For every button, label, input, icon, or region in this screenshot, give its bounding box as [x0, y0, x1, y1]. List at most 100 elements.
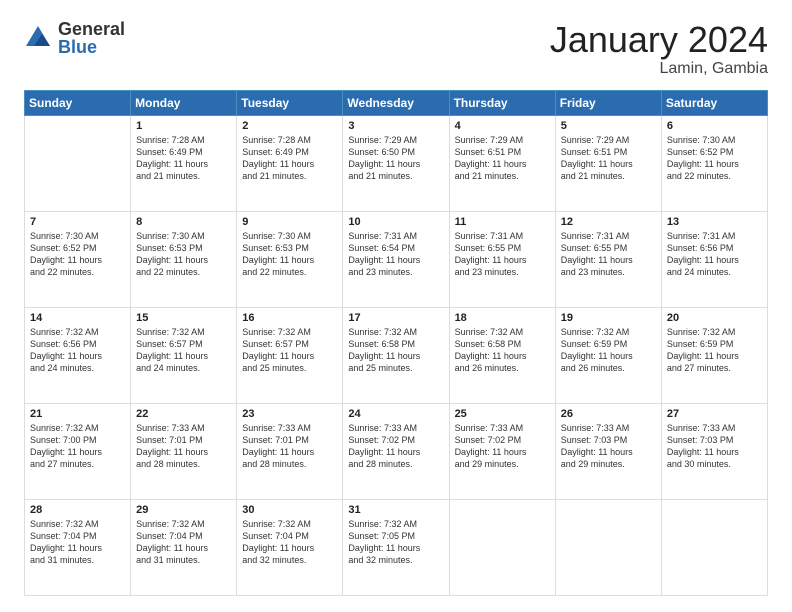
day-info: Sunrise: 7:32 AM Sunset: 6:58 PM Dayligh…: [348, 326, 443, 375]
day-number: 28: [30, 504, 125, 516]
calendar-cell: [555, 499, 661, 595]
day-number: 2: [242, 120, 337, 132]
day-info: Sunrise: 7:31 AM Sunset: 6:56 PM Dayligh…: [667, 230, 762, 279]
calendar-cell: 31 Sunrise: 7:32 AM Sunset: 7:05 PM Dayli…: [343, 499, 449, 595]
calendar-cell: 6 Sunrise: 7:30 AM Sunset: 6:52 PM Daylig…: [661, 115, 767, 211]
calendar-week-row: 1Sunrise: 7:28 AM Sunset: 6:49 PM Daylig…: [25, 115, 768, 211]
day-number: 18: [455, 312, 550, 324]
day-info: Sunrise: 7:33 AM Sunset: 7:02 PM Dayligh…: [348, 422, 443, 471]
page: General Blue January 2024 Lamin, Gambia …: [0, 0, 792, 612]
day-info: Sunrise: 7:32 AM Sunset: 6:57 PM Dayligh…: [242, 326, 337, 375]
header: General Blue January 2024 Lamin, Gambia: [24, 20, 768, 78]
day-number: 27: [667, 408, 762, 420]
day-number: 25: [455, 408, 550, 420]
day-info: Sunrise: 7:32 AM Sunset: 6:59 PM Dayligh…: [667, 326, 762, 375]
calendar-title: January 2024: [550, 20, 768, 60]
logo: General Blue: [24, 20, 125, 56]
calendar-header-thursday: Thursday: [449, 90, 555, 115]
day-info: Sunrise: 7:32 AM Sunset: 6:59 PM Dayligh…: [561, 326, 656, 375]
day-info: Sunrise: 7:33 AM Sunset: 7:01 PM Dayligh…: [242, 422, 337, 471]
calendar-header-wednesday: Wednesday: [343, 90, 449, 115]
calendar-cell: 30 Sunrise: 7:32 AM Sunset: 7:04 PM Dayli…: [237, 499, 343, 595]
day-number: 4: [455, 120, 550, 132]
calendar-cell: 24 Sunrise: 7:33 AM Sunset: 7:02 PM Dayli…: [343, 403, 449, 499]
calendar-cell: 25 Sunrise: 7:33 AM Sunset: 7:02 PM Dayli…: [449, 403, 555, 499]
day-info: Sunrise: 7:33 AM Sunset: 7:02 PM Dayligh…: [455, 422, 550, 471]
calendar-cell: 14 Sunrise: 7:32 AM Sunset: 6:56 PM Dayli…: [25, 307, 131, 403]
calendar-cell: 28 Sunrise: 7:32 AM Sunset: 7:04 PM Dayli…: [25, 499, 131, 595]
calendar-cell: 9Sunrise: 7:30 AM Sunset: 6:53 PM Daylig…: [237, 211, 343, 307]
day-number: 5: [561, 120, 656, 132]
calendar-cell: 3Sunrise: 7:29 AM Sunset: 6:50 PM Daylig…: [343, 115, 449, 211]
calendar-cell: 1Sunrise: 7:28 AM Sunset: 6:49 PM Daylig…: [131, 115, 237, 211]
day-number: 15: [136, 312, 231, 324]
day-info: Sunrise: 7:32 AM Sunset: 7:04 PM Dayligh…: [30, 518, 125, 567]
day-number: 21: [30, 408, 125, 420]
logo-blue: Blue: [58, 38, 125, 56]
day-info: Sunrise: 7:33 AM Sunset: 7:01 PM Dayligh…: [136, 422, 231, 471]
calendar-cell: 19 Sunrise: 7:32 AM Sunset: 6:59 PM Dayli…: [555, 307, 661, 403]
calendar-header-saturday: Saturday: [661, 90, 767, 115]
calendar-cell: [25, 115, 131, 211]
day-number: 7: [30, 216, 125, 228]
day-number: 23: [242, 408, 337, 420]
day-info: Sunrise: 7:30 AM Sunset: 6:52 PM Dayligh…: [667, 134, 762, 183]
logo-general: General: [58, 20, 125, 38]
calendar-cell: 26 Sunrise: 7:33 AM Sunset: 7:03 PM Dayli…: [555, 403, 661, 499]
day-number: 10: [348, 216, 443, 228]
day-info: Sunrise: 7:32 AM Sunset: 6:56 PM Dayligh…: [30, 326, 125, 375]
calendar-header-sunday: Sunday: [25, 90, 131, 115]
day-info: Sunrise: 7:28 AM Sunset: 6:49 PM Dayligh…: [242, 134, 337, 183]
day-info: Sunrise: 7:29 AM Sunset: 6:50 PM Dayligh…: [348, 134, 443, 183]
day-number: 12: [561, 216, 656, 228]
day-info: Sunrise: 7:33 AM Sunset: 7:03 PM Dayligh…: [561, 422, 656, 471]
day-number: 24: [348, 408, 443, 420]
day-number: 8: [136, 216, 231, 228]
day-number: 16: [242, 312, 337, 324]
day-info: Sunrise: 7:32 AM Sunset: 7:05 PM Dayligh…: [348, 518, 443, 567]
calendar-cell: 15 Sunrise: 7:32 AM Sunset: 6:57 PM Dayli…: [131, 307, 237, 403]
day-info: Sunrise: 7:33 AM Sunset: 7:03 PM Dayligh…: [667, 422, 762, 471]
calendar-header-tuesday: Tuesday: [237, 90, 343, 115]
day-number: 31: [348, 504, 443, 516]
day-number: 20: [667, 312, 762, 324]
day-info: Sunrise: 7:30 AM Sunset: 6:52 PM Dayligh…: [30, 230, 125, 279]
day-number: 19: [561, 312, 656, 324]
day-info: Sunrise: 7:32 AM Sunset: 6:57 PM Dayligh…: [136, 326, 231, 375]
calendar-cell: 5Sunrise: 7:29 AM Sunset: 6:51 PM Daylig…: [555, 115, 661, 211]
calendar-cell: 22Sunrise: 7:33 AM Sunset: 7:01 PM Dayli…: [131, 403, 237, 499]
calendar-week-row: 14 Sunrise: 7:32 AM Sunset: 6:56 PM Dayli…: [25, 307, 768, 403]
day-info: Sunrise: 7:31 AM Sunset: 6:55 PM Dayligh…: [455, 230, 550, 279]
title-area: January 2024 Lamin, Gambia: [550, 20, 768, 78]
calendar-cell: 21 Sunrise: 7:32 AM Sunset: 7:00 PM Dayli…: [25, 403, 131, 499]
day-info: Sunrise: 7:28 AM Sunset: 6:49 PM Dayligh…: [136, 134, 231, 183]
calendar-cell: 2 Sunrise: 7:28 AM Sunset: 6:49 PM Daylig…: [237, 115, 343, 211]
calendar-week-row: 21 Sunrise: 7:32 AM Sunset: 7:00 PM Dayli…: [25, 403, 768, 499]
calendar-cell: 7 Sunrise: 7:30 AM Sunset: 6:52 PM Daylig…: [25, 211, 131, 307]
day-info: Sunrise: 7:32 AM Sunset: 6:58 PM Dayligh…: [455, 326, 550, 375]
calendar-cell: 16 Sunrise: 7:32 AM Sunset: 6:57 PM Dayli…: [237, 307, 343, 403]
day-info: Sunrise: 7:30 AM Sunset: 6:53 PM Dayligh…: [242, 230, 337, 279]
calendar-cell: 17Sunrise: 7:32 AM Sunset: 6:58 PM Dayli…: [343, 307, 449, 403]
day-number: 14: [30, 312, 125, 324]
day-info: Sunrise: 7:30 AM Sunset: 6:53 PM Dayligh…: [136, 230, 231, 279]
calendar-cell: 18 Sunrise: 7:32 AM Sunset: 6:58 PM Dayli…: [449, 307, 555, 403]
calendar-cell: 27 Sunrise: 7:33 AM Sunset: 7:03 PM Dayli…: [661, 403, 767, 499]
calendar-header-monday: Monday: [131, 90, 237, 115]
calendar-subtitle: Lamin, Gambia: [550, 60, 768, 78]
calendar-cell: [661, 499, 767, 595]
day-info: Sunrise: 7:32 AM Sunset: 7:00 PM Dayligh…: [30, 422, 125, 471]
calendar-cell: [449, 499, 555, 595]
day-info: Sunrise: 7:29 AM Sunset: 6:51 PM Dayligh…: [455, 134, 550, 183]
day-number: 13: [667, 216, 762, 228]
day-number: 6: [667, 120, 762, 132]
calendar-cell: 11Sunrise: 7:31 AM Sunset: 6:55 PM Dayli…: [449, 211, 555, 307]
calendar-cell: 20 Sunrise: 7:32 AM Sunset: 6:59 PM Dayli…: [661, 307, 767, 403]
day-info: Sunrise: 7:31 AM Sunset: 6:55 PM Dayligh…: [561, 230, 656, 279]
day-number: 26: [561, 408, 656, 420]
day-info: Sunrise: 7:32 AM Sunset: 7:04 PM Dayligh…: [242, 518, 337, 567]
calendar-week-row: 28 Sunrise: 7:32 AM Sunset: 7:04 PM Dayli…: [25, 499, 768, 595]
day-number: 30: [242, 504, 337, 516]
calendar-header-friday: Friday: [555, 90, 661, 115]
day-info: Sunrise: 7:31 AM Sunset: 6:54 PM Dayligh…: [348, 230, 443, 279]
